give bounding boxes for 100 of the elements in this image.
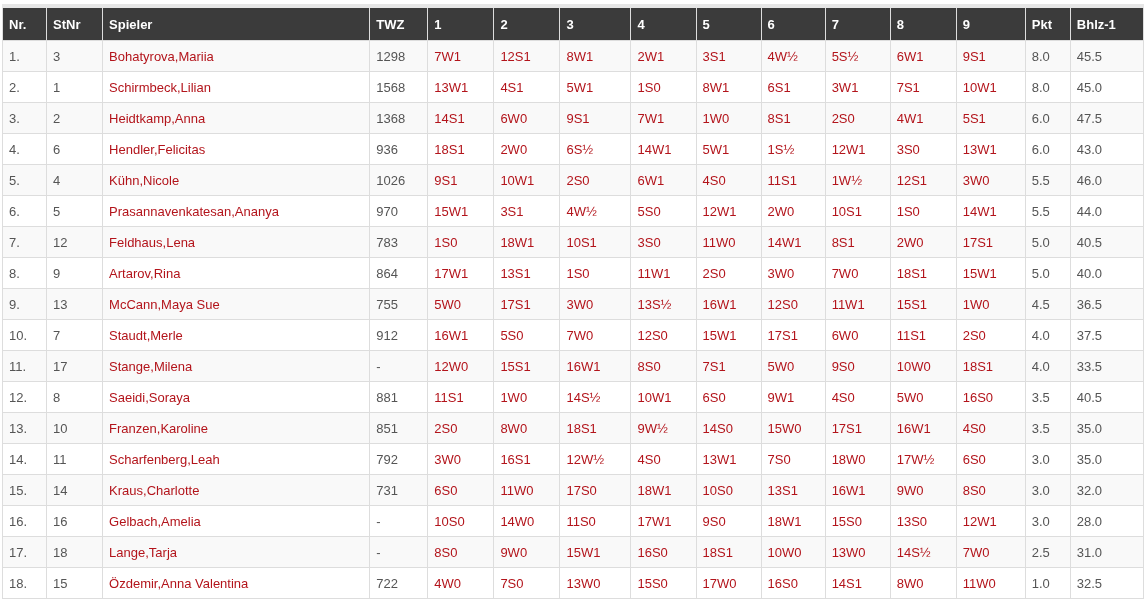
rating-cell: 851	[369, 412, 428, 444]
round-result-link[interactable]: 4S0	[831, 389, 855, 405]
tiebreak-cell: 45.5	[1070, 40, 1144, 72]
round-result-link[interactable]: 2S0	[566, 172, 590, 188]
rating-cell: 783	[369, 226, 428, 258]
round-result-link[interactable]: 3W0	[962, 172, 990, 188]
round-result-link[interactable]: 9S0	[831, 358, 855, 374]
start-number-cell: 1	[46, 71, 103, 103]
round-result-link[interactable]: 7S0	[767, 451, 791, 467]
round-result-link[interactable]: 6S0	[434, 482, 458, 498]
round-result-link[interactable]: 9S0	[702, 513, 726, 529]
round-result-link[interactable]: 1W0	[962, 296, 990, 312]
round-result-link[interactable]: 4S0	[962, 420, 986, 436]
tiebreak-cell: 37.5	[1070, 319, 1144, 351]
player-link[interactable]: Stange,Milena	[109, 358, 193, 374]
round-result-link[interactable]: 1S0	[434, 234, 458, 250]
round-result-link[interactable]: 7S1	[702, 358, 726, 374]
player-link[interactable]: Artarov,Rina	[109, 265, 181, 281]
tiebreak-cell: 40.0	[1070, 257, 1144, 289]
player-link[interactable]: Lange,Tarja	[109, 544, 178, 560]
player-link[interactable]: Kühn,Nicole	[109, 172, 180, 188]
column-header: 9	[956, 6, 1026, 41]
round-result-link[interactable]: 5S0	[500, 327, 524, 343]
round-result-link[interactable]: 8S0	[434, 544, 458, 560]
round-result-link[interactable]: 5S1	[962, 110, 986, 126]
start-number-cell: 10	[46, 412, 103, 444]
round-result-link[interactable]: 3S0	[637, 234, 661, 250]
round-result-link[interactable]: 8S0	[637, 358, 661, 374]
column-header: Nr.	[2, 6, 47, 41]
round-result-link[interactable]: 4S1	[500, 79, 524, 95]
round-result-link[interactable]: 3S0	[896, 141, 920, 157]
player-link[interactable]: Gelbach,Amelia	[109, 513, 201, 529]
player-link[interactable]: Staudt,Merle	[109, 327, 183, 343]
round-result-link[interactable]: 3S1	[702, 48, 726, 64]
player-link[interactable]: Hendler,Felicitas	[109, 141, 206, 157]
round-result-link[interactable]: 2S0	[702, 265, 726, 281]
start-number-cell: 4	[46, 164, 103, 196]
rating-cell: 1298	[369, 40, 428, 72]
round-result-link[interactable]: 5W1	[566, 79, 594, 95]
round-result-link[interactable]: 6S1	[767, 79, 791, 95]
player-link[interactable]: Heidtkamp,Anna	[109, 110, 206, 126]
column-header: Pkt	[1025, 6, 1071, 41]
round-result-link[interactable]: 9S1	[566, 110, 590, 126]
round-result-link[interactable]: 5S0	[637, 203, 661, 219]
column-header: 1	[427, 6, 494, 41]
round-result-link[interactable]: 1S0	[637, 79, 661, 95]
column-header: Bhlz-1	[1070, 6, 1144, 41]
round-result-link[interactable]: 6S½	[566, 141, 594, 157]
round-result-link[interactable]: 1S0	[566, 265, 590, 281]
rank-cell: 12.	[2, 381, 47, 413]
rank-cell: 15.	[2, 474, 47, 506]
player-link[interactable]: Saeidi,Soraya	[109, 389, 191, 405]
tiebreak-cell: 33.5	[1070, 350, 1144, 382]
round-result-link[interactable]: 7S1	[896, 79, 920, 95]
rank-cell: 1.	[2, 40, 47, 72]
round-result-link[interactable]: 6S0	[702, 389, 726, 405]
tiebreak-cell: 47.5	[1070, 102, 1144, 134]
rating-cell: 1026	[369, 164, 428, 196]
round-result-link[interactable]: 8W1	[566, 48, 594, 64]
column-header: TWZ	[369, 6, 428, 41]
round-result-link[interactable]: 9S1	[962, 48, 986, 64]
round-result-link[interactable]: 4S0	[702, 172, 726, 188]
start-number-cell: 8	[46, 381, 103, 413]
rank-cell: 10.	[2, 319, 47, 351]
round-result-link[interactable]: 8S1	[767, 110, 791, 126]
rating-cell: 936	[369, 133, 428, 165]
round-result-link[interactable]: 7S0	[500, 575, 524, 591]
rating-cell: 731	[369, 474, 428, 506]
player-link[interactable]: Feldhaus,Lena	[109, 234, 196, 250]
round-result-link[interactable]: 2S0	[831, 110, 855, 126]
round-result-link[interactable]: 2S0	[434, 420, 458, 436]
start-number-cell: 3	[46, 40, 103, 72]
round-result-link[interactable]: 2S0	[962, 327, 986, 343]
player-link[interactable]: Bohatyrova,Mariia	[109, 48, 214, 64]
player-link[interactable]: Franzen,Karoline	[109, 420, 209, 436]
column-header: 8	[890, 6, 957, 41]
round-result-link[interactable]: 7W0	[566, 327, 594, 343]
rating-cell: 1368	[369, 102, 428, 134]
rating-cell: 755	[369, 288, 428, 320]
player-link[interactable]: Schirmbeck,Lilian	[109, 79, 211, 95]
rating-cell: 970	[369, 195, 428, 227]
start-number-cell: 9	[46, 257, 103, 289]
rank-cell: 4.	[2, 133, 47, 165]
round-result-link[interactable]: 1S0	[896, 203, 920, 219]
tiebreak-cell: 32.0	[1070, 474, 1144, 506]
round-result-link[interactable]: 3S1	[500, 203, 524, 219]
tiebreak-cell: 35.0	[1070, 443, 1144, 475]
round-result-link[interactable]: 7W0	[962, 544, 990, 560]
tiebreak-cell: 45.0	[1070, 71, 1144, 103]
rank-cell: 13.	[2, 412, 47, 444]
round-result-link[interactable]: 9S1	[434, 172, 458, 188]
round-result-link[interactable]: 3W0	[566, 296, 594, 312]
round-result-link[interactable]: 6S0	[962, 451, 986, 467]
start-number-cell: 18	[46, 536, 103, 568]
rank-cell: 17.	[2, 536, 47, 568]
round-result-link[interactable]: 8S1	[831, 234, 855, 250]
player-link[interactable]: Kraus,Charlotte	[109, 482, 200, 498]
round-result-link[interactable]: 4S0	[637, 451, 661, 467]
rating-cell: 864	[369, 257, 428, 289]
round-result-link[interactable]: 8S0	[962, 482, 986, 498]
